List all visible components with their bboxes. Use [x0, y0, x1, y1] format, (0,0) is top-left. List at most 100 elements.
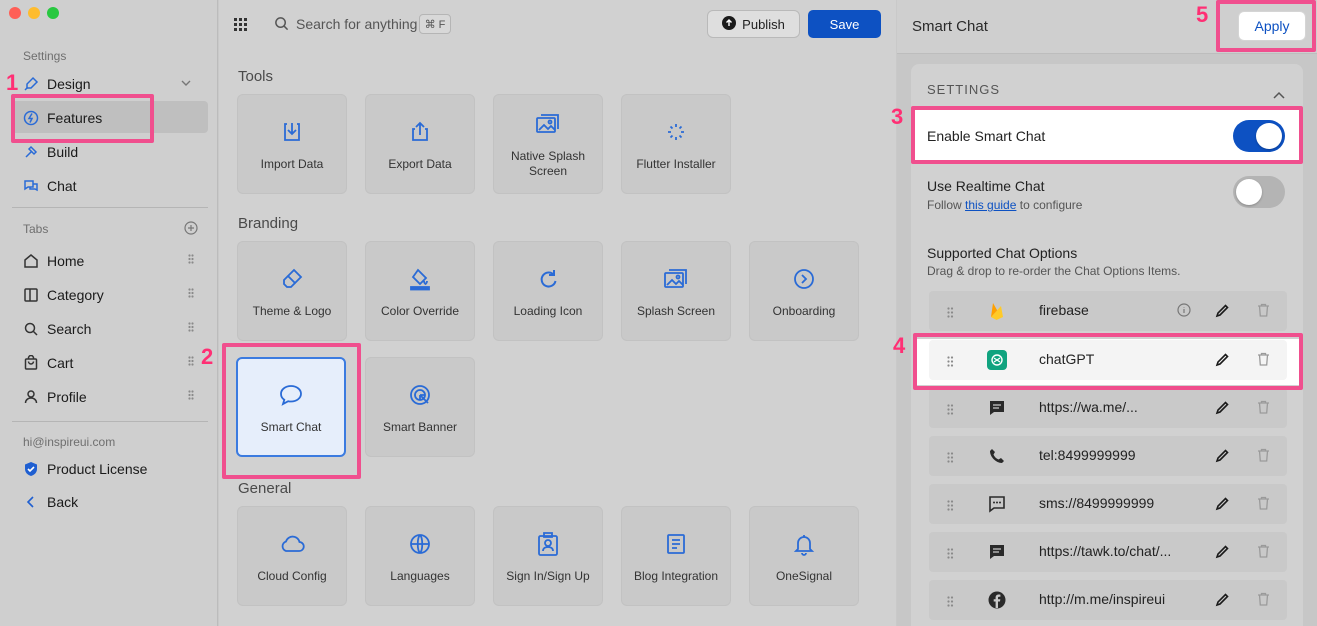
drag-handle-icon[interactable]: [947, 450, 954, 468]
card-blog-integration[interactable]: Blog Integration: [621, 506, 731, 606]
annotation-number-2: 2: [201, 344, 214, 369]
import-icon: [280, 117, 304, 147]
product-license-link[interactable]: Product License: [0, 453, 210, 485]
card-label: OneSignal: [775, 568, 833, 583]
drag-handle-icon[interactable]: [188, 390, 194, 400]
card-onesignal[interactable]: OneSignal: [749, 506, 859, 606]
edit-icon[interactable]: [1215, 496, 1230, 516]
message-icon: [987, 542, 1007, 562]
window-zoom-button[interactable]: [47, 7, 59, 19]
chevron-left-icon: [23, 494, 39, 510]
phone-icon: [987, 446, 1007, 466]
card-flutter-installer[interactable]: Flutter Installer: [621, 94, 731, 194]
card-cloud-config[interactable]: Cloud Config: [237, 506, 347, 606]
info-icon[interactable]: [1177, 303, 1191, 322]
chat-option-row[interactable]: https://tawk.to/chat/...: [929, 532, 1287, 572]
card-languages[interactable]: Languages: [365, 506, 475, 606]
id-badge-icon: [536, 529, 560, 559]
edit-icon[interactable]: [1215, 400, 1230, 420]
sidebar-tab-profile[interactable]: Profile: [0, 381, 210, 413]
card-onboarding[interactable]: Onboarding: [749, 241, 859, 341]
card-signin-signup[interactable]: Sign In/Sign Up: [493, 506, 603, 606]
save-button[interactable]: Save: [808, 10, 881, 38]
card-theme-logo[interactable]: Theme & Logo: [237, 241, 347, 341]
chat-option-label: https://tawk.to/chat/...: [1039, 543, 1172, 559]
highlight-box-2: [222, 343, 361, 479]
annotation-number-4: 4: [893, 333, 906, 358]
sidebar-item-chat[interactable]: Chat: [0, 170, 210, 202]
drag-handle-icon[interactable]: [947, 402, 954, 420]
chat-option-row[interactable]: sms://8499999999: [929, 484, 1287, 524]
drag-handle-icon[interactable]: [188, 254, 194, 264]
card-label: Onboarding: [772, 303, 836, 318]
chat-option-row[interactable]: http://m.me/inspireui: [929, 580, 1287, 620]
sidebar-tab-home[interactable]: Home: [0, 245, 210, 277]
drag-handle-icon[interactable]: [188, 356, 194, 366]
paintbrush-icon: [23, 76, 39, 92]
chat-option-label: https://wa.me/...: [1039, 399, 1138, 415]
drag-handle-icon[interactable]: [947, 594, 954, 612]
realtime-chat-toggle[interactable]: [1233, 176, 1285, 208]
bell-icon: [792, 529, 816, 559]
back-label: Back: [47, 494, 79, 510]
sidebar-tab-category[interactable]: Category: [0, 279, 210, 311]
refresh-icon: [536, 264, 560, 294]
chat-option-row[interactable]: tel:8499999999: [929, 436, 1287, 476]
apps-grid-icon[interactable]: [233, 16, 249, 37]
chat-option-label: tel:8499999999: [1039, 447, 1136, 463]
card-splash-screen[interactable]: Splash Screen: [621, 241, 731, 341]
card-label: Color Override: [380, 303, 460, 318]
sms-icon: [987, 494, 1007, 514]
search-input[interactable]: Search for anything: [296, 16, 417, 32]
drag-handle-icon[interactable]: [947, 305, 954, 323]
trash-icon[interactable]: [1257, 496, 1270, 515]
chevron-down-icon[interactable]: [180, 76, 192, 92]
window-minimize-button[interactable]: [28, 7, 40, 19]
realtime-chat-label: Use Realtime Chat: [927, 178, 1045, 194]
add-tab-icon[interactable]: [184, 221, 198, 240]
card-label: Loading Icon: [513, 303, 583, 318]
card-native-splash[interactable]: Native Splash Screen: [493, 94, 603, 194]
card-smart-banner[interactable]: Smart Banner: [365, 357, 475, 457]
card-color-override[interactable]: Color Override: [365, 241, 475, 341]
chat-option-label: http://m.me/inspireui: [1039, 591, 1166, 607]
trash-icon[interactable]: [1257, 544, 1270, 563]
trash-icon[interactable]: [1257, 448, 1270, 467]
drag-handle-icon[interactable]: [188, 288, 194, 298]
publish-label: Publish: [742, 16, 785, 32]
publish-button[interactable]: Publish: [707, 10, 800, 38]
images-icon: [663, 264, 689, 294]
cloud-icon: [279, 529, 305, 559]
chat-option-row[interactable]: https://wa.me/...: [929, 388, 1287, 428]
tab-label: Category: [47, 287, 104, 303]
edit-icon[interactable]: [1215, 303, 1230, 323]
edit-icon[interactable]: [1215, 544, 1230, 564]
trash-icon[interactable]: [1257, 303, 1270, 322]
drag-handle-icon[interactable]: [188, 322, 194, 332]
card-import-data[interactable]: Import Data: [237, 94, 347, 194]
product-license-label: Product License: [47, 461, 148, 477]
sidebar-tab-cart[interactable]: Cart: [0, 347, 210, 379]
article-icon: [664, 529, 688, 559]
globe-icon: [408, 529, 432, 559]
chevron-up-icon[interactable]: [1273, 86, 1285, 104]
tab-label: Search: [47, 321, 92, 337]
drag-handle-icon[interactable]: [947, 546, 954, 564]
guide-link[interactable]: this guide: [965, 198, 1016, 212]
trash-icon[interactable]: [1257, 400, 1270, 419]
sidebar-tab-search[interactable]: Search: [0, 313, 210, 345]
back-link[interactable]: Back: [0, 486, 210, 518]
edit-icon[interactable]: [1215, 592, 1230, 612]
trash-icon[interactable]: [1257, 592, 1270, 611]
chat-bubbles-icon: [23, 178, 39, 194]
window-close-button[interactable]: [9, 7, 21, 19]
card-label: Smart Banner: [382, 419, 458, 434]
card-export-data[interactable]: Export Data: [365, 94, 475, 194]
tab-label: Cart: [47, 355, 74, 371]
sidebar-item-label: Design: [47, 76, 91, 92]
card-loading-icon[interactable]: Loading Icon: [493, 241, 603, 341]
edit-icon[interactable]: [1215, 448, 1230, 468]
chat-option-row[interactable]: firebase: [929, 291, 1287, 331]
drag-handle-icon[interactable]: [947, 498, 954, 516]
annotation-number-5: 5: [1196, 2, 1209, 27]
